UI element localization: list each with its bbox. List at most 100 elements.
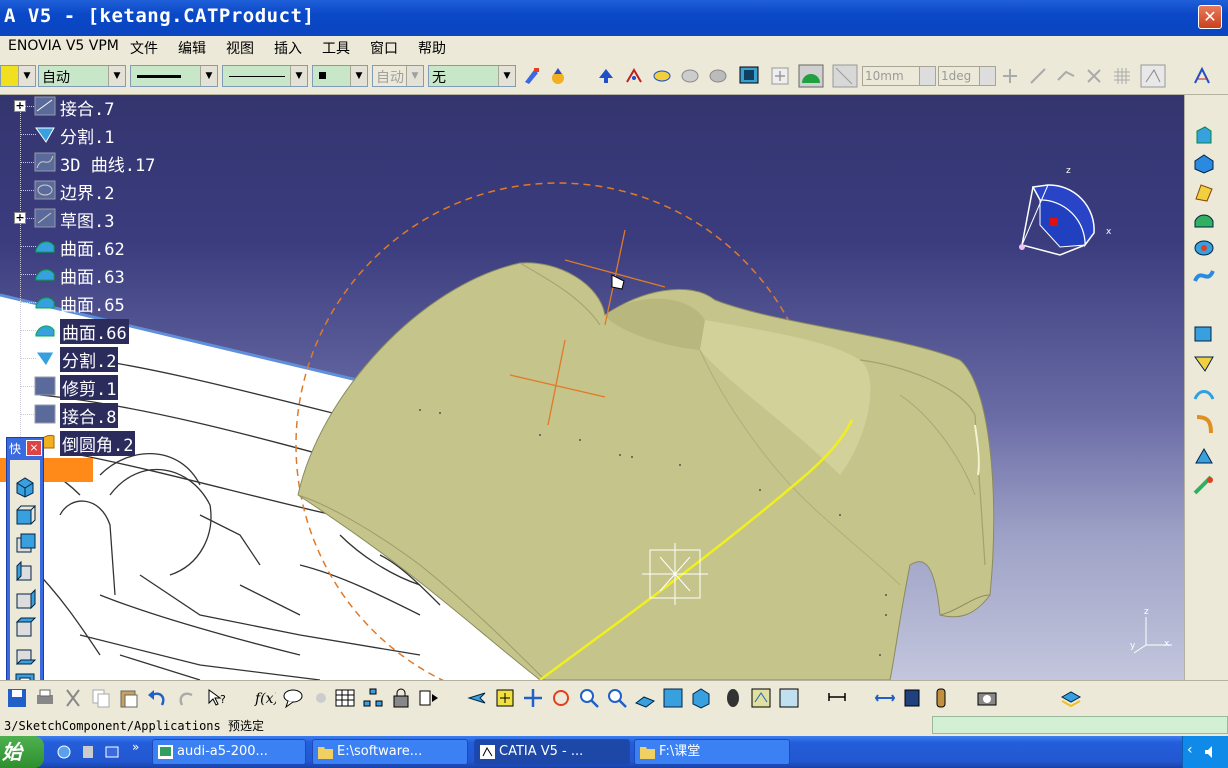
task-software-folder[interactable]: E:\software... xyxy=(312,739,468,765)
compass-tool-icon[interactable] xyxy=(798,64,824,88)
catalog-icon[interactable] xyxy=(902,687,924,709)
blend-surface-icon[interactable] xyxy=(1193,265,1215,287)
quicklaunch-more-icon[interactable]: » xyxy=(132,740,139,754)
table-icon[interactable] xyxy=(334,687,356,709)
snap-icon[interactable] xyxy=(832,64,858,88)
menu-enovia[interactable]: ENOVIA V5 VPM xyxy=(8,38,119,54)
blend-icon[interactable] xyxy=(708,66,728,86)
iso-view-icon[interactable] xyxy=(690,687,712,709)
zoom-in-icon[interactable] xyxy=(578,687,600,709)
line-type-combo[interactable]: ▼ xyxy=(222,65,308,87)
lock-icon[interactable] xyxy=(390,687,412,709)
sketch-icon xyxy=(34,208,56,228)
command-input[interactable] xyxy=(932,716,1228,734)
point-type-combo[interactable]: ▼ xyxy=(312,65,368,87)
menu-file[interactable]: 文件 xyxy=(130,38,158,58)
sketch-tool-icon[interactable] xyxy=(624,66,644,86)
tray-expand-icon[interactable]: ‹ xyxy=(1187,742,1193,758)
boundary-surface-icon[interactable] xyxy=(1193,385,1215,407)
trim-surface-icon[interactable] xyxy=(1193,353,1215,375)
loft-icon[interactable] xyxy=(1193,237,1215,259)
menu-edit[interactable]: 编辑 xyxy=(178,38,206,58)
zoom-out-icon[interactable] xyxy=(606,687,628,709)
translate-icon[interactable] xyxy=(1193,445,1215,467)
angle-step-spinner[interactable]: 1deg xyxy=(938,66,996,86)
extrude-icon[interactable] xyxy=(1193,125,1215,147)
distance-icon[interactable] xyxy=(826,687,848,709)
length-step-spinner[interactable]: 10mm xyxy=(862,66,936,86)
measure-between-icon[interactable] xyxy=(874,687,896,709)
shading-mode-icon[interactable] xyxy=(722,687,744,709)
menu-help[interactable]: 帮助 xyxy=(418,38,446,58)
undo-icon[interactable] xyxy=(146,687,168,709)
rotate-icon[interactable] xyxy=(550,687,572,709)
view-bottom-cube-icon[interactable] xyxy=(14,644,36,666)
swap-space-icon[interactable] xyxy=(778,687,800,709)
add-icon[interactable] xyxy=(770,66,790,86)
extrapolate-icon[interactable] xyxy=(1193,475,1215,497)
palette-close-button[interactable]: × xyxy=(26,440,42,456)
swept-surface-icon[interactable] xyxy=(652,66,672,86)
shading-icon[interactable] xyxy=(738,65,762,87)
named-views-icon[interactable] xyxy=(14,672,36,680)
paint-brush-icon[interactable] xyxy=(522,66,542,86)
menu-insert[interactable]: 插入 xyxy=(274,38,302,58)
hide-show-icon[interactable] xyxy=(750,687,772,709)
menu-view[interactable]: 视图 xyxy=(226,38,254,58)
close-window-button[interactable]: ✕ xyxy=(1198,5,1222,29)
bottle-icon[interactable] xyxy=(930,687,952,709)
view-front-cube-icon[interactable] xyxy=(14,504,36,526)
sweep-icon[interactable] xyxy=(1193,181,1215,203)
copy-icon[interactable] xyxy=(90,687,112,709)
normal-view-icon[interactable] xyxy=(634,687,656,709)
task-catia[interactable]: CATIA V5 - ... xyxy=(474,739,630,765)
spinner-arrows[interactable] xyxy=(979,67,995,85)
formula-icon[interactable]: f(x) xyxy=(254,687,276,709)
spinner-arrows[interactable] xyxy=(919,67,935,85)
view-iso-cube-icon[interactable] xyxy=(14,476,36,498)
task-audi[interactable]: audi-a5-200... xyxy=(152,739,306,765)
line-thickness-combo[interactable]: ▼ xyxy=(130,65,218,87)
fill-icon[interactable] xyxy=(1193,209,1215,231)
menu-window[interactable]: 窗口 xyxy=(370,38,398,58)
menu-tools[interactable]: 工具 xyxy=(322,38,350,58)
layer-combo[interactable]: 自动 ▼ xyxy=(38,65,126,87)
update-icon[interactable] xyxy=(596,66,616,86)
paste-icon[interactable] xyxy=(118,687,140,709)
multi-section-icon[interactable] xyxy=(680,66,700,86)
fit-all-icon[interactable] xyxy=(494,687,516,709)
palette-header[interactable]: 快 × xyxy=(7,438,43,458)
tree-structure-icon[interactable] xyxy=(362,687,384,709)
cut-icon[interactable] xyxy=(62,687,84,709)
3d-viewport[interactable]: z x z y x + 接合.7 分割.1 3D 曲线.17 边界.2 + 草图… xyxy=(0,95,1184,680)
compass-widget[interactable] xyxy=(1019,184,1095,256)
capture-icon[interactable] xyxy=(976,687,998,709)
fly-mode-icon[interactable] xyxy=(466,687,488,709)
pan-icon[interactable] xyxy=(522,687,544,709)
color-combo[interactable]: ▼ xyxy=(0,65,36,87)
offset-icon[interactable] xyxy=(1193,323,1215,345)
view-back-cube-icon[interactable] xyxy=(14,532,36,554)
task-classroom-folder[interactable]: F:\课堂 xyxy=(634,739,790,765)
start-button[interactable]: 始 xyxy=(0,736,44,768)
view-right-cube-icon[interactable] xyxy=(14,588,36,610)
save-icon[interactable] xyxy=(6,687,28,709)
view-top-cube-icon[interactable] xyxy=(14,616,36,638)
volume-icon[interactable] xyxy=(1203,744,1219,760)
measure-icon[interactable] xyxy=(1192,66,1212,86)
properties-painter-icon[interactable] xyxy=(548,66,568,86)
view-left-cube-icon[interactable] xyxy=(14,560,36,582)
revolve-icon[interactable] xyxy=(1193,153,1215,175)
whats-this-icon[interactable]: ? xyxy=(206,687,228,709)
comment-icon[interactable] xyxy=(282,687,304,709)
multi-view-icon[interactable] xyxy=(662,687,684,709)
render-style-combo[interactable]: 无 ▼ xyxy=(428,65,516,87)
media-player-icon[interactable] xyxy=(80,744,96,760)
layers-icon[interactable] xyxy=(1060,687,1082,709)
print-icon[interactable] xyxy=(34,687,56,709)
desktop-icon[interactable] xyxy=(104,744,120,760)
macro-icon[interactable] xyxy=(418,687,440,709)
work-on-support-icon[interactable] xyxy=(1140,64,1166,88)
fillet-surface-icon[interactable] xyxy=(1193,413,1215,435)
ie-icon[interactable] xyxy=(56,744,72,760)
